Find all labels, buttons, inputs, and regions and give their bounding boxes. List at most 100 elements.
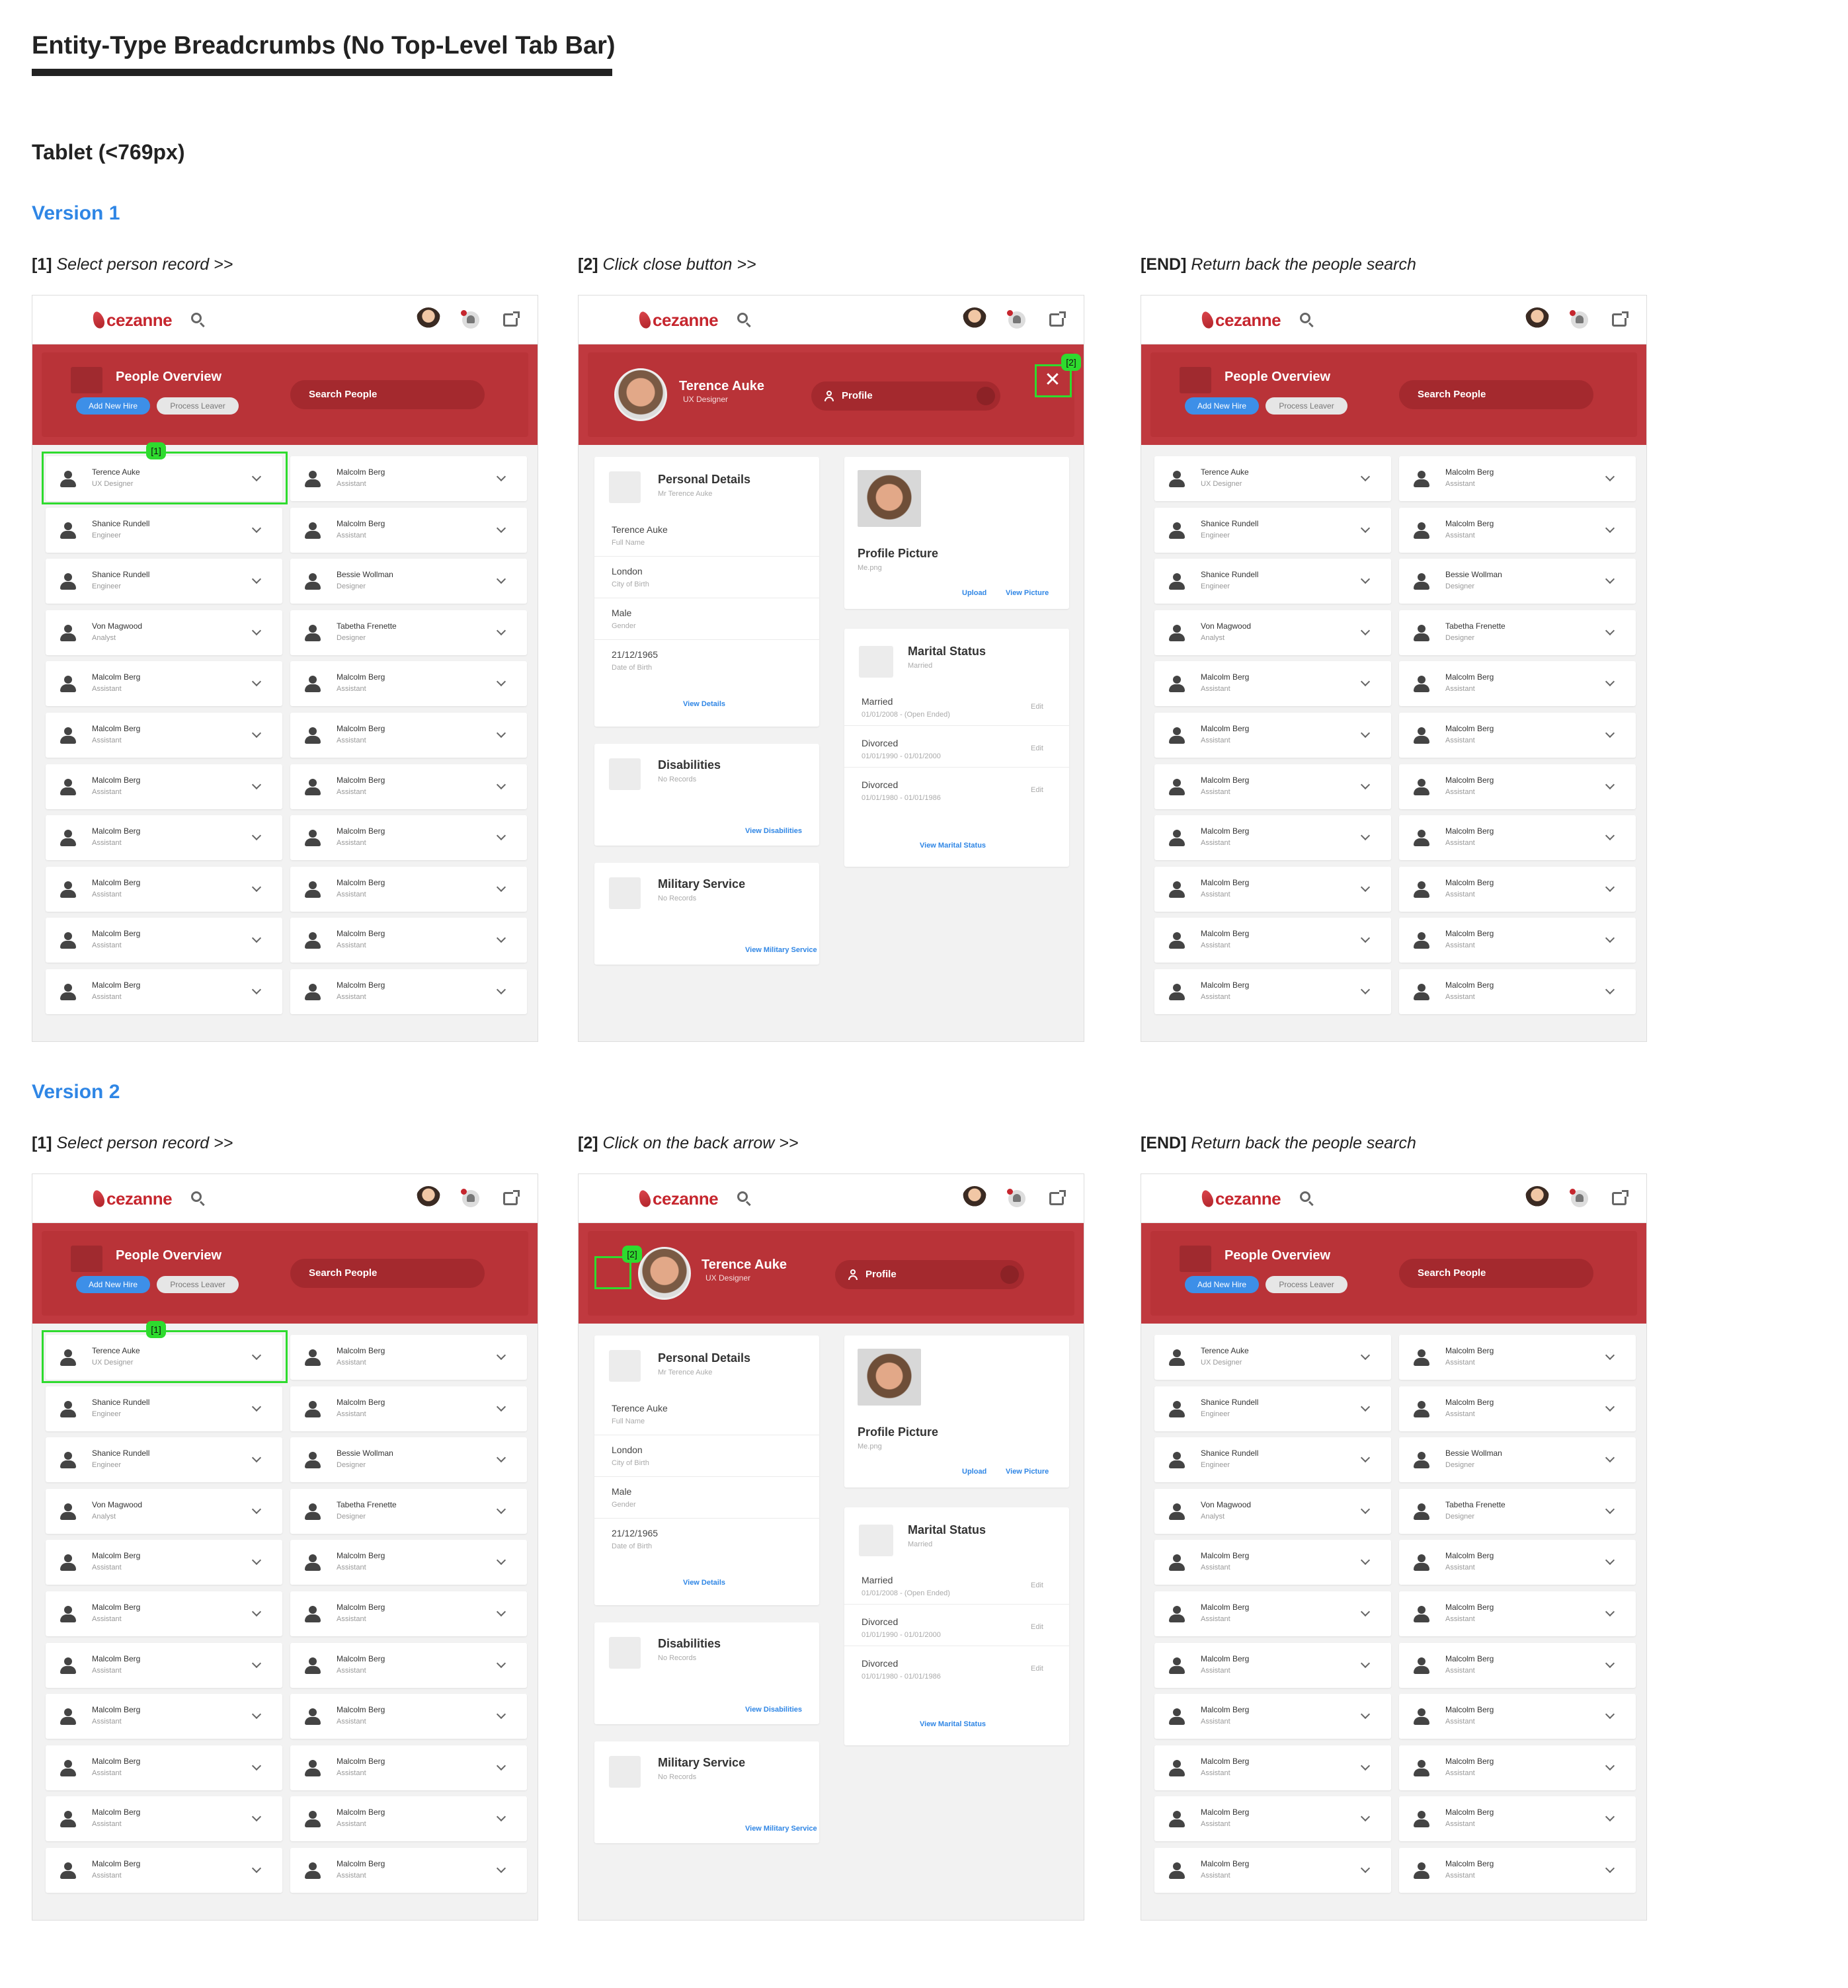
person-card[interactable]: Malcolm Berg Assistant [1154, 918, 1391, 963]
chevron-down-icon[interactable] [1605, 1658, 1615, 1668]
hamburger-menu-icon[interactable] [1157, 1192, 1174, 1205]
chevron-down-icon[interactable] [496, 1402, 506, 1411]
person-card[interactable]: Shanice Rundell Engineer [1154, 1437, 1391, 1483]
chevron-down-icon[interactable] [251, 831, 262, 841]
person-card[interactable]: Malcolm Berg Assistant [290, 507, 527, 553]
person-card[interactable]: Malcolm Berg Assistant [1154, 713, 1391, 758]
person-card[interactable]: Bessie Wollman Designer [290, 1437, 527, 1483]
cezanne-logo[interactable]: cezanne [91, 309, 173, 331]
chevron-down-icon[interactable] [1605, 831, 1615, 841]
chevron-down-icon[interactable] [1605, 1710, 1615, 1720]
person-card[interactable]: Malcolm Berg Assistant [46, 1591, 282, 1636]
person-card[interactable]: Malcolm Berg Assistant [290, 456, 527, 501]
chevron-down-icon[interactable] [251, 934, 262, 943]
edit-link[interactable]: Edit [1031, 744, 1043, 752]
add-new-hire-button[interactable]: Add New Hire [1185, 1276, 1259, 1293]
person-card[interactable]: Malcolm Berg Assistant [1154, 1591, 1391, 1636]
chevron-down-icon[interactable] [496, 1453, 506, 1463]
chevron-down-icon[interactable] [1605, 728, 1615, 738]
chevron-down-icon[interactable] [977, 387, 995, 405]
person-card[interactable]: Von Magwood Analyst [1154, 610, 1391, 655]
search-people-input[interactable]: Search People [1399, 1259, 1593, 1288]
chevron-down-icon[interactable] [1605, 1402, 1615, 1411]
chevron-down-icon[interactable] [1360, 1556, 1371, 1566]
chevron-down-icon[interactable] [1605, 471, 1615, 482]
chevron-down-icon[interactable] [496, 1556, 506, 1566]
chevron-down-icon[interactable] [251, 1504, 262, 1514]
chevron-down-icon[interactable] [496, 1350, 506, 1361]
view-disabilities-link[interactable]: View Disabilities [745, 827, 802, 835]
add-new-hire-button[interactable]: Add New Hire [76, 1276, 150, 1293]
person-card[interactable]: Malcolm Berg Assistant [46, 764, 282, 809]
person-card[interactable]: Malcolm Berg Assistant [1399, 1848, 1636, 1893]
person-card[interactable]: Malcolm Berg Assistant [46, 713, 282, 758]
chevron-down-icon[interactable] [1360, 1607, 1371, 1617]
chevron-down-icon[interactable] [251, 1607, 262, 1617]
chevron-down-icon[interactable] [496, 625, 506, 635]
person-card[interactable]: Malcolm Berg Assistant [46, 1848, 282, 1893]
person-card[interactable]: Von Magwood Analyst [46, 1488, 282, 1534]
chevron-down-icon[interactable] [1360, 1863, 1371, 1874]
process-leaver-button[interactable]: Process Leaver [157, 397, 239, 415]
search-people-input[interactable]: Search People [290, 380, 485, 409]
person-card[interactable]: Von Magwood Analyst [1154, 1488, 1391, 1534]
chevron-down-icon[interactable] [1605, 1863, 1615, 1874]
add-new-hire-button[interactable]: Add New Hire [76, 397, 150, 415]
chevron-down-icon[interactable] [1605, 984, 1615, 995]
cezanne-logo[interactable]: cezanne [637, 1187, 719, 1210]
person-card[interactable]: Malcolm Berg Assistant [290, 1848, 527, 1893]
person-card[interactable]: Malcolm Berg Assistant [290, 969, 527, 1014]
person-card[interactable]: Shanice Rundell Engineer [46, 507, 282, 553]
person-card[interactable]: Malcolm Berg Assistant [1399, 1694, 1636, 1739]
user-avatar[interactable] [416, 1186, 441, 1211]
hamburger-menu-icon[interactable] [594, 1192, 612, 1205]
user-avatar[interactable] [416, 307, 441, 333]
chevron-down-icon[interactable] [251, 1658, 262, 1668]
person-card[interactable]: Malcolm Berg Assistant [1399, 1796, 1636, 1842]
person-card[interactable]: Malcolm Berg Assistant [1154, 1796, 1391, 1842]
notification-bell-icon[interactable] [1570, 310, 1588, 329]
chevron-down-icon[interactable] [1360, 779, 1371, 789]
chevron-down-icon[interactable] [496, 1504, 506, 1514]
view-military-service-link[interactable]: View Military Service [745, 1825, 817, 1833]
person-card[interactable]: Malcolm Berg Assistant [1154, 661, 1391, 707]
person-card[interactable]: Tabetha Frenette Designer [1399, 610, 1636, 655]
chevron-down-icon[interactable] [1605, 677, 1615, 687]
person-card[interactable]: Malcolm Berg Assistant [46, 1642, 282, 1688]
person-card[interactable]: Malcolm Berg Assistant [290, 661, 527, 707]
person-card[interactable]: Malcolm Berg Assistant [1154, 815, 1391, 861]
person-card[interactable]: Von Magwood Analyst [46, 610, 282, 655]
person-card[interactable]: Malcolm Berg Assistant [1399, 713, 1636, 758]
upload-link[interactable]: Upload [962, 589, 986, 597]
chevron-down-icon[interactable] [1360, 1761, 1371, 1770]
chevron-down-icon[interactable] [1360, 1504, 1371, 1514]
chevron-down-icon[interactable] [1360, 1812, 1371, 1822]
notification-bell-icon[interactable] [1570, 1189, 1588, 1207]
user-avatar[interactable] [1525, 1186, 1550, 1211]
external-link-icon[interactable] [503, 1190, 520, 1205]
view-details-link[interactable]: View Details [683, 700, 725, 708]
person-card[interactable]: Shanice Rundell Engineer [1154, 507, 1391, 553]
chevron-down-icon[interactable] [251, 523, 262, 533]
user-avatar[interactable] [962, 307, 987, 333]
chevron-down-icon[interactable] [496, 1863, 506, 1874]
person-card[interactable]: Malcolm Berg Assistant [1399, 866, 1636, 912]
person-card[interactable]: Malcolm Berg Assistant [1399, 1745, 1636, 1790]
person-card[interactable]: Malcolm Berg Assistant [290, 866, 527, 912]
person-card[interactable]: Malcolm Berg Assistant [290, 1745, 527, 1790]
person-card[interactable]: Malcolm Berg Assistant [46, 661, 282, 707]
chevron-down-icon[interactable] [496, 934, 506, 943]
chevron-down-icon[interactable] [251, 1453, 262, 1463]
person-card[interactable]: Malcolm Berg Assistant [290, 918, 527, 963]
person-card[interactable]: Malcolm Berg Assistant [290, 764, 527, 809]
external-link-icon[interactable] [1049, 311, 1066, 327]
person-card[interactable]: Bessie Wollman Designer [290, 559, 527, 604]
person-card[interactable]: Malcolm Berg Assistant [1154, 1642, 1391, 1688]
chevron-down-icon[interactable] [251, 1761, 262, 1770]
person-card[interactable]: Malcolm Berg Assistant [1399, 1540, 1636, 1585]
person-card[interactable]: Malcolm Berg Assistant [46, 815, 282, 861]
process-leaver-button[interactable]: Process Leaver [1265, 397, 1347, 415]
search-people-input[interactable]: Search People [290, 1259, 485, 1288]
chevron-down-icon[interactable] [1605, 1607, 1615, 1617]
user-avatar[interactable] [1525, 307, 1550, 333]
